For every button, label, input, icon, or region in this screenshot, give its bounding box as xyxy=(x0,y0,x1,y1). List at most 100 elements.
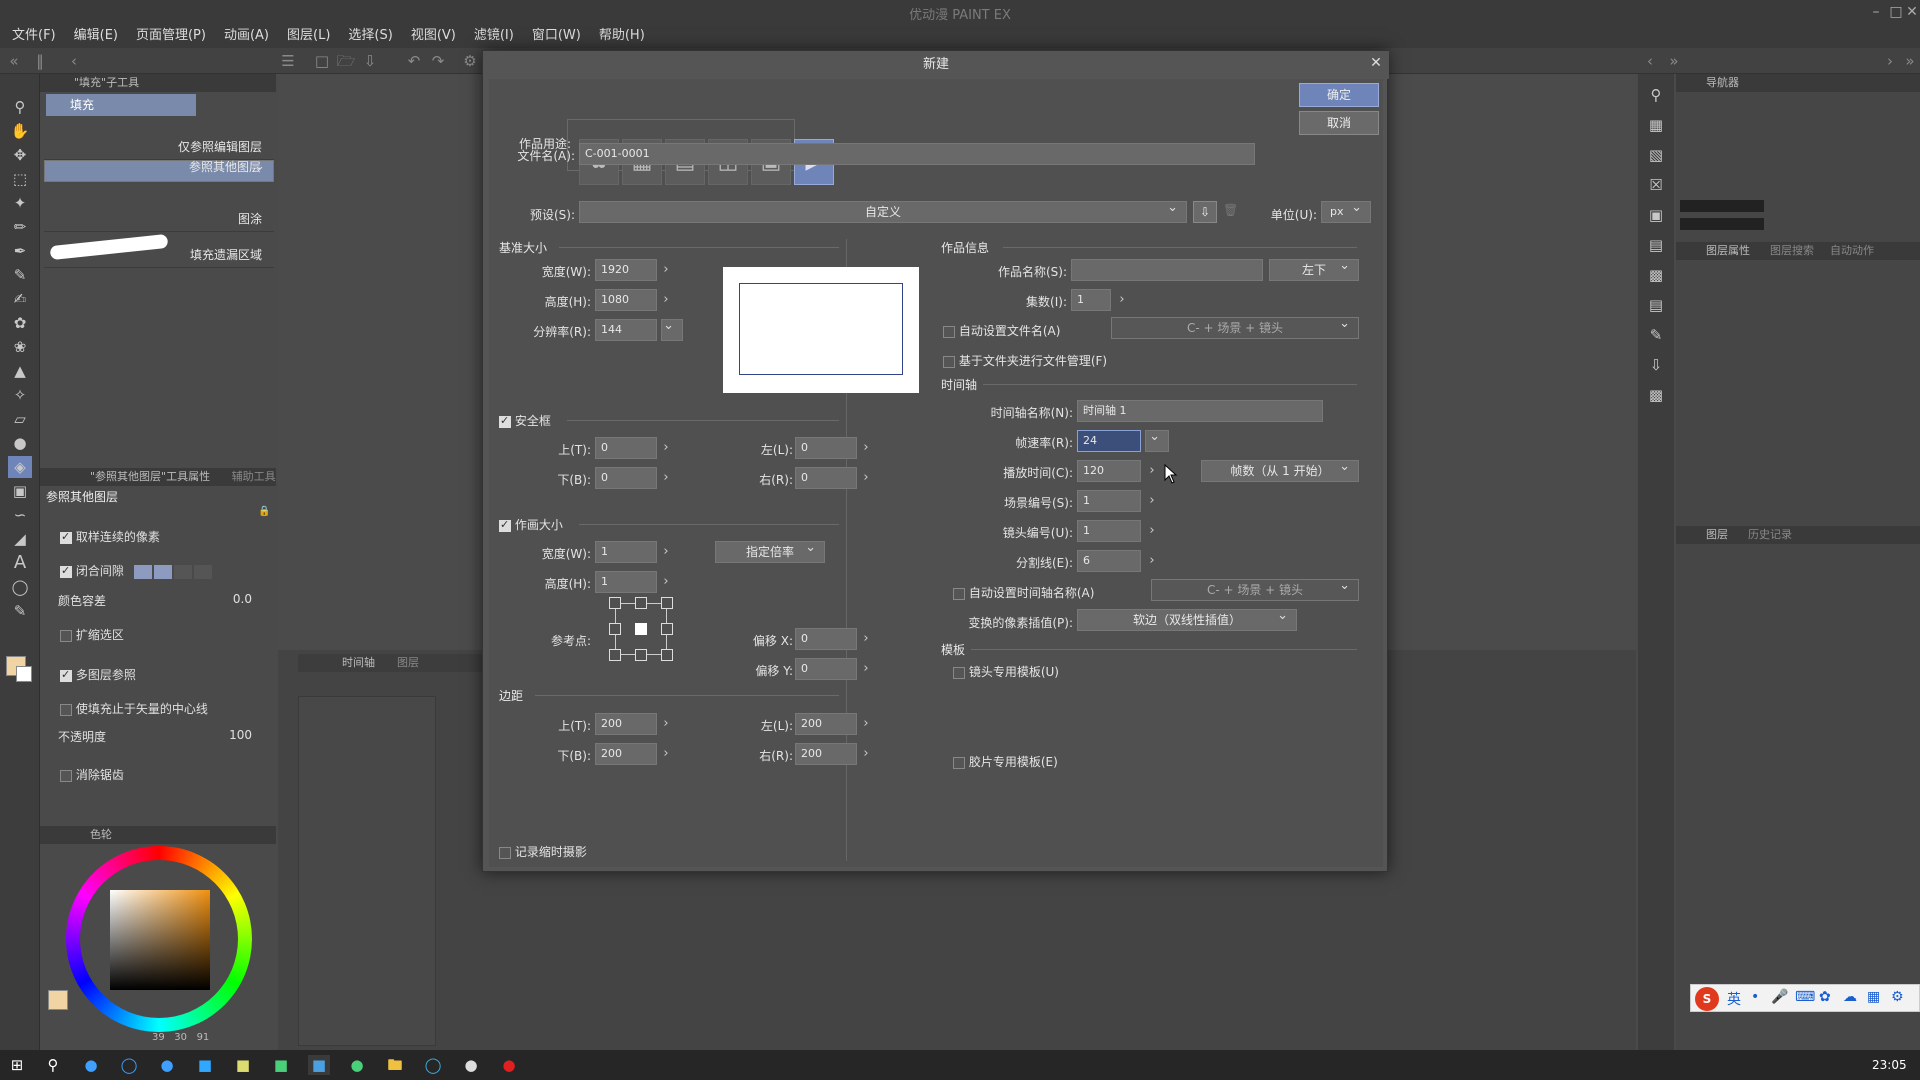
eraser-icon[interactable]: ▱ xyxy=(8,408,32,430)
margin-left-arrow-icon[interactable]: › xyxy=(859,713,873,735)
taskbar-app6-icon[interactable]: ■ xyxy=(270,1055,292,1075)
safe-left-input[interactable]: 0 xyxy=(795,437,857,459)
menu-file[interactable]: 文件(F) xyxy=(12,24,56,48)
toolbox-icon[interactable]: ▦ xyxy=(1867,989,1880,1005)
menu-edit[interactable]: 编辑(E) xyxy=(74,24,118,48)
ime-logo-icon[interactable]: S xyxy=(1695,987,1719,1011)
material-icon[interactable]: ▦ xyxy=(1644,114,1668,136)
scene-input[interactable]: 1 xyxy=(1077,490,1141,512)
hand-icon[interactable]: ✋ xyxy=(8,120,32,142)
expand-right-icon[interactable]: » xyxy=(1900,51,1920,71)
filename-input[interactable]: C-001-0001 xyxy=(579,143,1255,165)
open-file-icon[interactable]: 🗁 xyxy=(336,51,356,71)
fps-input[interactable]: 24 xyxy=(1077,430,1141,452)
text-icon[interactable]: A xyxy=(8,552,32,574)
prop-antialias[interactable]: 消除锯齿 xyxy=(44,766,264,792)
safe-frame-check[interactable]: 安全框 xyxy=(499,412,551,429)
fps-dropdown[interactable] xyxy=(1145,427,1169,452)
menu-view[interactable]: 视图(V) xyxy=(411,24,456,48)
new-file-icon[interactable]: □ xyxy=(312,51,332,71)
safe-top-arrow-icon[interactable]: › xyxy=(659,437,673,459)
preset-select[interactable]: 自定义 xyxy=(579,198,1187,223)
menu-select[interactable]: 选择(S) xyxy=(348,24,392,48)
split-input[interactable]: 6 xyxy=(1077,550,1141,572)
offset-x-arrow-icon[interactable]: › xyxy=(859,628,873,650)
sparkle-icon[interactable]: ✧ xyxy=(8,384,32,406)
taskbar-record-icon[interactable]: ● xyxy=(498,1055,520,1075)
taskbar-ie-icon[interactable]: ◯ xyxy=(118,1055,140,1075)
close-icon[interactable]: ✕ xyxy=(1902,2,1920,22)
safe-left-arrow-icon[interactable]: › xyxy=(859,437,873,459)
expand-icon[interactable]: » xyxy=(1664,51,1684,71)
taskbar-paint-icon[interactable]: ■ xyxy=(308,1055,330,1075)
safe-bottom-arrow-icon[interactable]: › xyxy=(659,467,673,489)
height-input[interactable]: 1080 xyxy=(595,289,657,311)
start-icon[interactable]: ⊞ xyxy=(6,1055,28,1075)
scale-mode-select[interactable]: 指定倍率 xyxy=(715,538,825,563)
prop-contiguous[interactable]: 取样连续的像素 xyxy=(44,528,264,554)
current-color-swatch[interactable] xyxy=(48,990,68,1010)
zoom-icon[interactable]: ⚲ xyxy=(8,96,32,118)
taskbar-app8-icon[interactable]: ● xyxy=(346,1055,368,1075)
episode-input[interactable]: 1 xyxy=(1071,289,1111,311)
sub-color-swatch[interactable] xyxy=(16,666,32,682)
cancel-button[interactable]: 取消 xyxy=(1299,111,1379,135)
curve-icon[interactable]: ∽ xyxy=(8,504,32,526)
move-icon[interactable]: ✥ xyxy=(8,144,32,166)
subtool-fill-gaps[interactable]: 填充遗漏区域 xyxy=(44,232,274,268)
folder-manage-check[interactable]: 基于文件夹进行文件管理(F) xyxy=(943,352,1107,369)
auto-filename-check[interactable]: 自动设置文件名(A) xyxy=(943,322,1060,339)
prev-icon[interactable]: ‹ xyxy=(1640,51,1660,71)
duration-arrow-icon[interactable]: › xyxy=(1145,460,1159,482)
tool-property-tab[interactable]: "参照其他图层"工具属性 辅助工具 xyxy=(40,468,276,486)
collapse-icon[interactable]: « xyxy=(4,51,24,71)
ref-point-grid[interactable] xyxy=(609,597,673,661)
stamp-icon[interactable]: ▲ xyxy=(8,360,32,382)
skin-icon[interactable]: ✿ xyxy=(1819,989,1831,1005)
ime-settings-icon[interactable]: ⚙ xyxy=(1891,989,1904,1005)
layer-tab[interactable]: 图层 历史记录 xyxy=(1676,526,1920,544)
resolution-dropdown[interactable] xyxy=(661,316,683,341)
camera-icon[interactable]: ▩ xyxy=(1644,264,1668,286)
cut-arrow-icon[interactable]: › xyxy=(1145,520,1159,542)
prop-close-gap[interactable]: 闭合间隙 xyxy=(44,562,264,588)
layer-property-tab[interactable]: 图层属性 图层搜索 自动动作 xyxy=(1676,242,1920,260)
scene-arrow-icon[interactable]: › xyxy=(1145,490,1159,512)
safe-right-input[interactable]: 0 xyxy=(795,467,857,489)
save-preset-icon[interactable]: ⇩ xyxy=(1193,201,1217,223)
interp-select[interactable]: 软边（双线性插值） xyxy=(1077,606,1297,631)
safe-right-arrow-icon[interactable]: › xyxy=(859,467,873,489)
fill-icon[interactable]: ◈ xyxy=(8,456,32,478)
subtool-tab[interactable]: "填充"子工具 xyxy=(40,74,276,92)
pencil-icon[interactable]: ✎ xyxy=(8,264,32,286)
canvas-width-arrow-icon[interactable]: › xyxy=(659,541,673,563)
episode-arrow-icon[interactable]: › xyxy=(1115,289,1129,311)
brush-icon[interactable]: ✍ xyxy=(8,288,32,310)
minimize-icon[interactable]: – xyxy=(1866,2,1886,22)
close-panel-icon[interactable]: ☒ xyxy=(1644,174,1668,196)
prop-vector-center[interactable]: 使填充止于矢量的中心线 xyxy=(44,700,264,726)
cloud-icon[interactable]: ☁ xyxy=(1843,989,1857,1005)
auto-timeline-name-check[interactable]: 自动设置时间轴名称(A) xyxy=(953,584,1094,601)
menu-page[interactable]: 页面管理(P) xyxy=(136,24,206,48)
tool-group-fill[interactable]: 填充 xyxy=(46,94,196,116)
selection-icon[interactable]: ⬚ xyxy=(8,168,32,190)
prop-multi-ref[interactable]: 多图层参照 xyxy=(44,666,264,692)
redo-icon[interactable]: ↷ xyxy=(428,51,448,71)
margin-top-arrow-icon[interactable]: › xyxy=(659,713,673,735)
menu-animation[interactable]: 动画(A) xyxy=(224,24,269,48)
taskbar-app5-icon[interactable]: ■ xyxy=(232,1055,254,1075)
margin-right-arrow-icon[interactable]: › xyxy=(859,743,873,765)
timelapse-check[interactable]: 记录缩时摄影 xyxy=(499,843,587,860)
pen-icon[interactable]: ✒ xyxy=(8,240,32,262)
canvas-height-input[interactable]: 1 xyxy=(595,571,657,593)
decoration-icon[interactable]: ❀ xyxy=(8,336,32,358)
menu-window[interactable]: 窗口(W) xyxy=(532,24,581,48)
offset-y-input[interactable]: 0 xyxy=(795,658,857,680)
work-name-position-select[interactable]: 左下 xyxy=(1269,256,1359,281)
subtool-enclose-paint[interactable]: 图涂 xyxy=(44,196,274,232)
edit-icon[interactable]: ✎ xyxy=(1644,324,1668,346)
lock-icon[interactable]: 🔒 xyxy=(258,506,270,517)
unit-select[interactable]: px xyxy=(1321,198,1371,223)
download-icon[interactable]: ⇩ xyxy=(1644,354,1668,376)
